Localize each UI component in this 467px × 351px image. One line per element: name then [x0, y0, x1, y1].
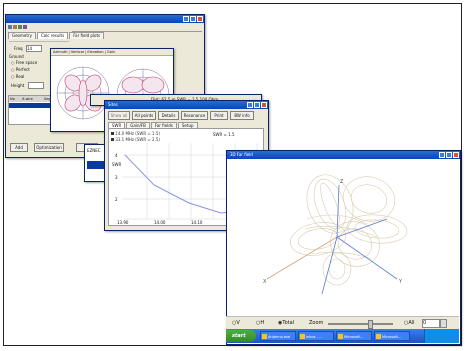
option-label: Perfect [15, 67, 30, 72]
app-icon [376, 334, 381, 339]
task-label: Antenna.exe [268, 335, 291, 339]
minimize-icon[interactable] [183, 16, 189, 22]
tab-calc-results[interactable]: Calc results [36, 32, 69, 39]
y-tick: 3 [115, 175, 118, 180]
y-tick: 2 [115, 197, 118, 202]
option-v[interactable]: ○V [232, 320, 240, 326]
axis-y-label: Y [398, 279, 403, 285]
height-input[interactable] [28, 82, 44, 89]
maximize-icon[interactable] [254, 102, 260, 108]
taskbar-item[interactable]: Microsoft... [336, 331, 372, 341]
option-label: H [260, 320, 265, 326]
tab-geometry[interactable]: Geometry [8, 32, 36, 39]
show-all-button[interactable]: Show all [108, 111, 130, 120]
start-button[interactable]: start [226, 330, 256, 342]
swr-window-title: Sites [108, 102, 118, 107]
details-button[interactable]: Details [158, 111, 179, 120]
app-icon [262, 334, 267, 339]
print-button[interactable]: Print [210, 111, 228, 120]
option-h[interactable]: ○H [256, 320, 264, 326]
close-icon[interactable] [453, 152, 459, 158]
taskbar-item[interactable]: Inbox - ... [298, 331, 334, 341]
optimization-button[interactable]: Optimization [34, 143, 64, 152]
new-icon[interactable] [8, 25, 12, 29]
maximize-icon[interactable] [190, 16, 196, 22]
option-label: Real [15, 74, 25, 79]
app-icon [300, 334, 305, 339]
main-tabs: Geometry Calc results Far field plots [8, 32, 105, 39]
open-icon[interactable] [13, 25, 17, 29]
taskbar-item[interactable]: Antenna.exe [260, 331, 296, 341]
radio-icon: ○ [11, 60, 15, 65]
tab-gain[interactable]: Gain [107, 50, 115, 54]
freq-label: Freq [14, 46, 23, 51]
option-label: V [236, 320, 240, 326]
axis-z-label: Z [340, 179, 344, 185]
far-field-controls: ○V ○H ◉Total Zoom ○All 0 [226, 316, 459, 330]
tab-azimuth[interactable]: Azimuth [53, 50, 67, 54]
option-real[interactable]: ○ Real [11, 74, 24, 79]
bw-info-button[interactable]: BW info [230, 111, 254, 120]
close-icon[interactable] [261, 102, 267, 108]
x-tick: 14.10 [191, 220, 203, 225]
far-field-3d-plot: X Y Z [263, 174, 408, 295]
spinner-icon[interactable] [440, 319, 447, 328]
radio-icon: ○ [11, 67, 15, 72]
option-free-space[interactable]: ○ Free space [11, 60, 37, 65]
zoom-slider-handle[interactable] [368, 320, 373, 329]
axis-x-label: X [263, 279, 267, 285]
col-header: X-wire [22, 97, 33, 101]
far-field-titlebar[interactable]: 3D Far field [227, 151, 460, 159]
x-tick: 13.90 [117, 220, 129, 225]
taskbar: start Antenna.exe Inbox - ... Microsoft.… [226, 329, 459, 343]
height-label: Height [11, 83, 25, 88]
close-icon[interactable] [197, 16, 203, 22]
save-icon[interactable] [18, 25, 22, 29]
main-window-titlebar[interactable] [6, 15, 204, 23]
app-icon [338, 334, 343, 339]
axes [266, 184, 398, 295]
option-all[interactable]: ○All [404, 320, 415, 326]
maximize-icon[interactable] [446, 152, 452, 158]
system-tray [424, 329, 459, 343]
y-tick: 4 [115, 153, 118, 158]
x-tick: 14.00 [154, 220, 166, 225]
add-button[interactable]: Add [10, 143, 28, 152]
tab-vertical[interactable]: Vertical [71, 50, 84, 54]
option-label: Free space [15, 60, 38, 65]
taskbar-item[interactable]: Microsoft... [374, 331, 410, 341]
minimize-icon[interactable] [439, 152, 445, 158]
info-label: EZNEC [87, 148, 101, 153]
freq-input[interactable]: 14 [26, 45, 42, 52]
tab-elevation[interactable]: Elevation [87, 50, 103, 54]
task-label: Microsoft... [382, 335, 402, 339]
all-points-button[interactable]: All points [132, 111, 156, 120]
swr-titlebar[interactable]: Sites [105, 101, 268, 109]
minimize-icon[interactable] [247, 102, 253, 108]
col-header: No [10, 97, 15, 101]
resonance-button[interactable]: Resonance [181, 111, 208, 120]
main-toolbar [8, 25, 68, 30]
ground-label: Ground [9, 54, 24, 59]
print-icon[interactable] [23, 25, 27, 29]
divider [9, 41, 69, 42]
value-input[interactable]: 0 [422, 319, 440, 328]
tab-far-field[interactable]: Far field plots [69, 32, 105, 39]
zoom-label: Zoom [309, 320, 324, 326]
zoom-slider[interactable] [328, 323, 393, 325]
swr-ylabel: SWR [112, 162, 122, 167]
option-total[interactable]: ◉Total [278, 320, 294, 326]
task-label: Inbox - ... [306, 335, 323, 339]
option-label: Total [282, 320, 295, 326]
option-perfect[interactable]: ○ Perfect [11, 67, 30, 72]
radio-icon: ○ [11, 74, 15, 79]
task-label: Microsoft... [344, 335, 364, 339]
option-label: All [408, 320, 415, 326]
divider [72, 31, 202, 32]
far-field-title: 3D Far field [230, 152, 253, 157]
lobes [289, 174, 408, 286]
